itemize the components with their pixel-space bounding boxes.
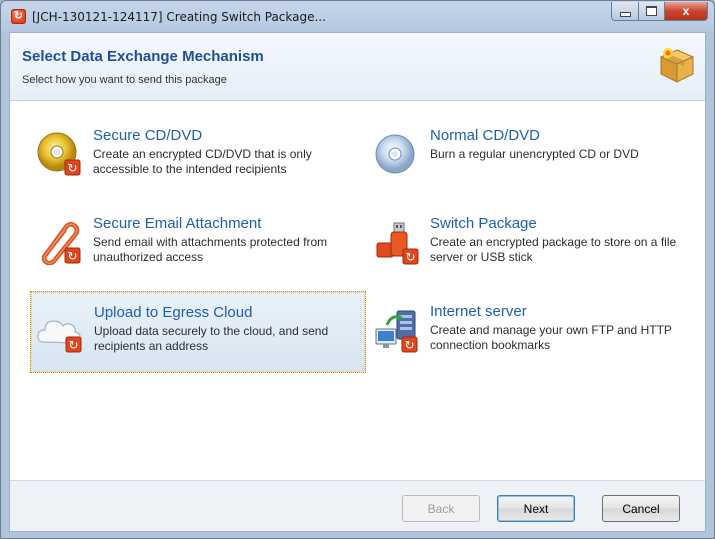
close-button[interactable]: x xyxy=(664,2,708,21)
option-title: Upload to Egress Cloud xyxy=(94,304,253,321)
cloud-icon: ↻ xyxy=(37,320,82,353)
option-title: Internet server xyxy=(430,303,527,320)
title-bar[interactable]: ↻ [JCH-130121-124117] Creating Switch Pa… xyxy=(1,1,714,32)
window-controls: x xyxy=(611,2,708,22)
cd-icon xyxy=(375,134,415,174)
wizard-footer: Back Next Cancel xyxy=(10,480,705,531)
usb-stick-icon: ↻ xyxy=(376,222,419,265)
secure-cd-icon: ↻ xyxy=(37,132,81,176)
svg-text:↻: ↻ xyxy=(67,249,77,263)
maximize-icon xyxy=(646,6,657,16)
option-secure-email-attachment[interactable]: ↻ Secure Email Attachment Send email wit… xyxy=(30,203,366,285)
option-description: Create and manage your own FTP and HTTP … xyxy=(430,323,672,352)
minimize-icon xyxy=(619,11,631,17)
option-title: Switch Package xyxy=(430,215,537,232)
package-box-icon xyxy=(659,48,695,83)
page-subtitle: Select how you want to send this package xyxy=(22,74,227,86)
option-upload-to-egress-cloud[interactable]: ↻ Upload to Egress Cloud Upload data sec… xyxy=(30,291,366,373)
option-description: Send email with attachments protected fr… xyxy=(93,235,328,264)
option-description: Upload data securely to the cloud, and s… xyxy=(94,324,329,353)
option-switch-package[interactable]: ↻ Switch Package Create an encrypted pac… xyxy=(367,203,703,285)
option-description: Create an encrypted package to store on … xyxy=(430,235,677,264)
option-secure-cd-dvd[interactable]: ↻ Secure CD/DVD Create an encrypted CD/D… xyxy=(30,115,366,197)
option-description: Burn a regular unencrypted CD or DVD xyxy=(430,147,639,161)
page-title: Select Data Exchange Mechanism xyxy=(22,48,264,65)
back-button[interactable]: Back xyxy=(402,495,480,522)
egress-app-icon: ↻ xyxy=(11,9,26,24)
option-title: Secure CD/DVD xyxy=(93,127,203,144)
svg-text:↻: ↻ xyxy=(68,338,78,352)
svg-text:↻: ↻ xyxy=(404,338,414,352)
server-icon: ↻ xyxy=(375,310,418,353)
dialog-window: ↻ [JCH-130121-124117] Creating Switch Pa… xyxy=(0,0,715,539)
cancel-button[interactable]: Cancel xyxy=(602,495,680,522)
close-icon: x xyxy=(682,4,690,18)
minimize-button[interactable] xyxy=(611,2,638,21)
svg-text:↻: ↻ xyxy=(67,161,77,175)
window-title: [JCH-130121-124117] Creating Switch Pack… xyxy=(32,10,326,24)
dialog-content: Select Data Exchange Mechanism Select ho… xyxy=(9,32,706,532)
maximize-button[interactable] xyxy=(638,2,664,21)
paperclip-icon: ↻ xyxy=(41,222,81,265)
option-internet-server[interactable]: ↻ Internet server Create and manage your… xyxy=(367,291,703,373)
next-button[interactable]: Next xyxy=(497,495,575,522)
option-title: Normal CD/DVD xyxy=(430,127,541,144)
svg-text:↻: ↻ xyxy=(405,250,415,264)
option-title: Secure Email Attachment xyxy=(93,215,262,232)
wizard-header: Select Data Exchange Mechanism Select ho… xyxy=(10,33,705,101)
option-description: Create an encrypted CD/DVD that is only … xyxy=(93,147,312,176)
option-normal-cd-dvd[interactable]: Normal CD/DVD Burn a regular unencrypted… xyxy=(367,115,703,197)
